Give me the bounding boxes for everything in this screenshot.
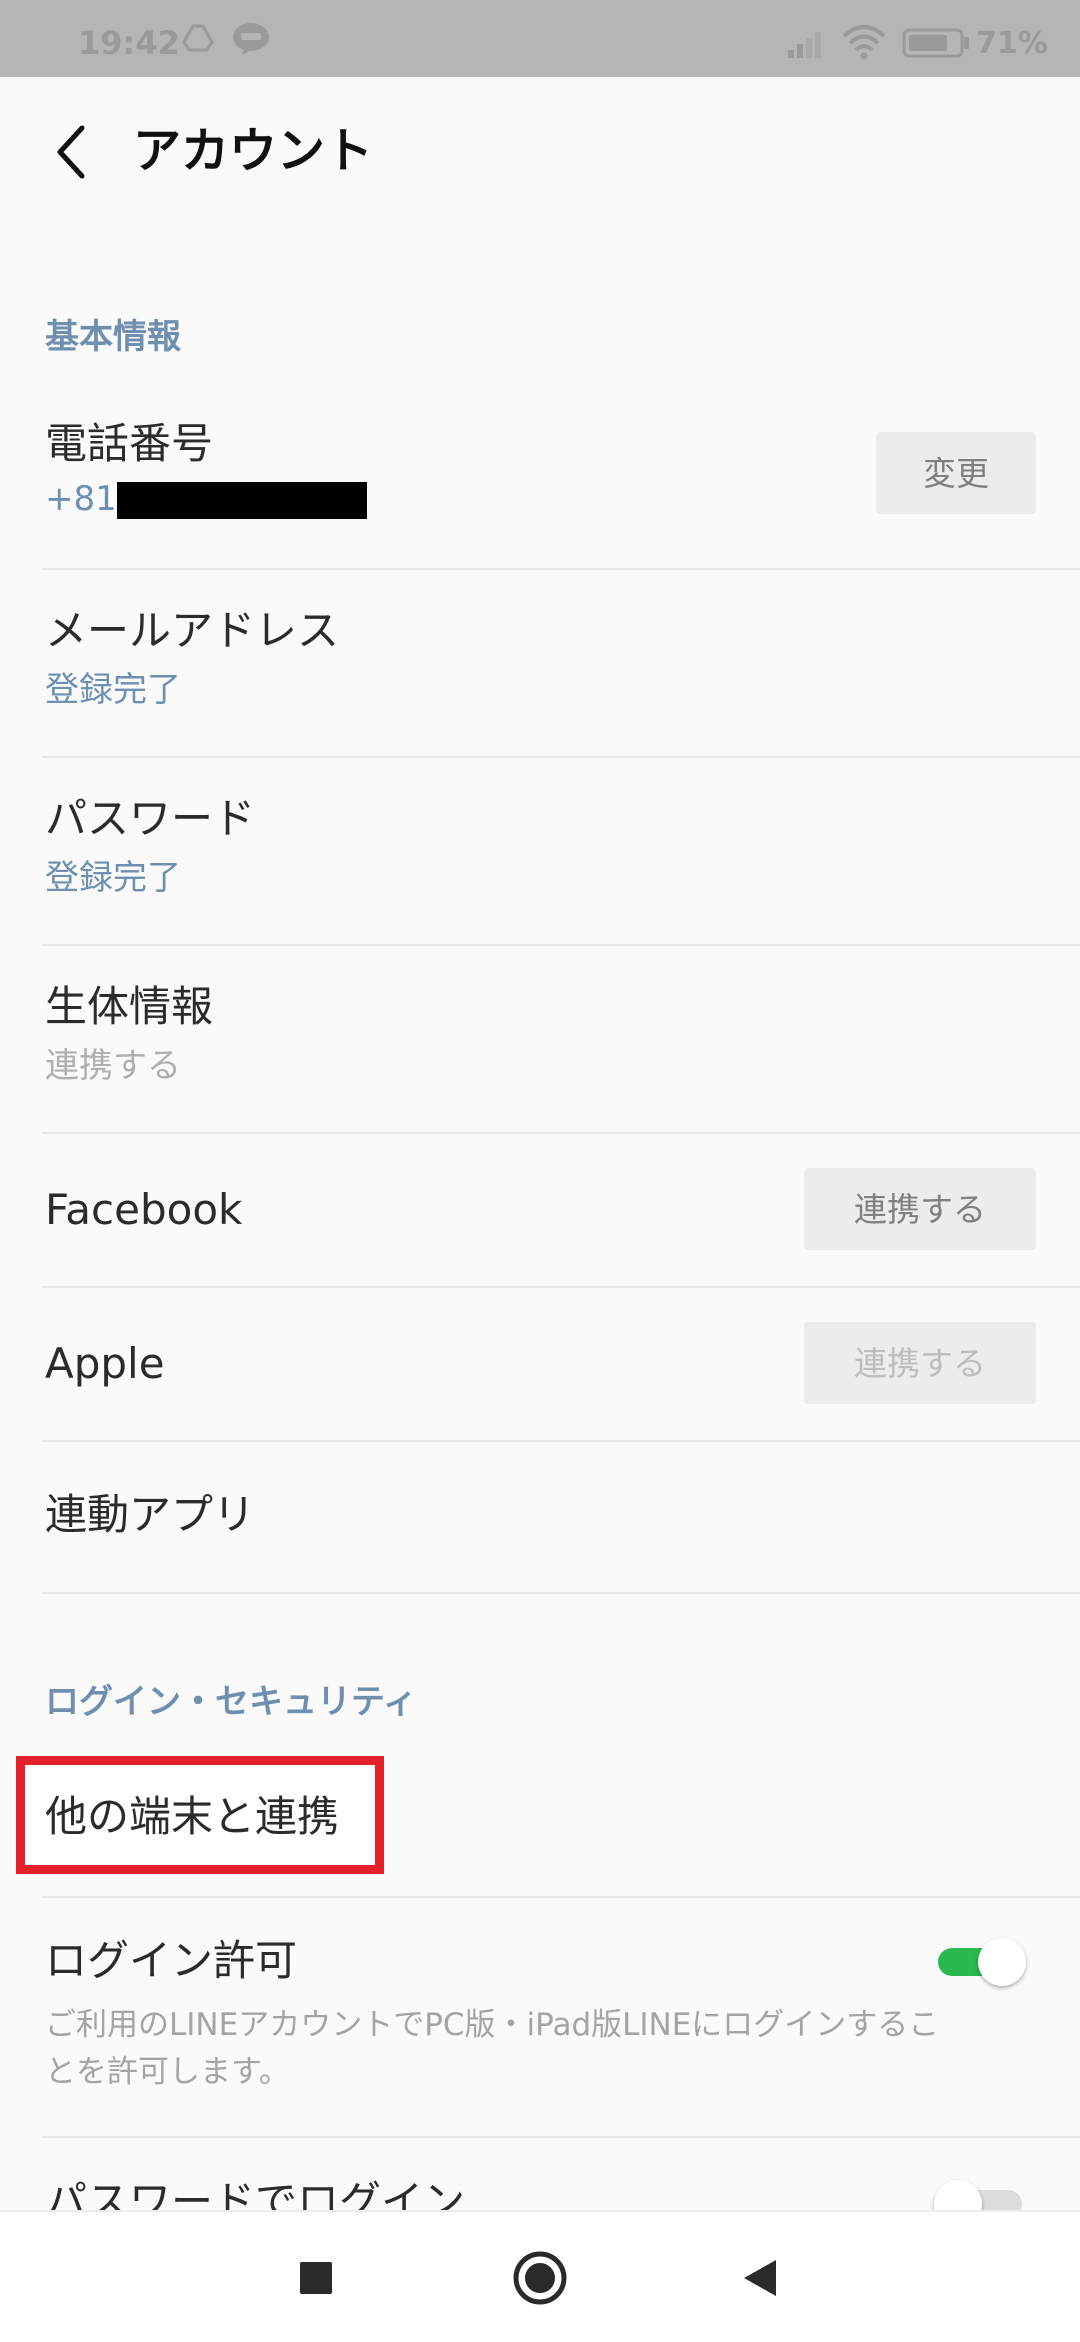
section-header-login-security: ログイン・セキュリティ [45, 1682, 417, 1722]
recents-square-icon[interactable] [298, 2260, 334, 2300]
status-time: 19:42 [78, 24, 180, 62]
apple-row: Apple 連携する [42, 1288, 1080, 1442]
password-login-toggle[interactable] [934, 2180, 1026, 2210]
drive-icon [182, 22, 214, 58]
battery-percent: 71% [976, 26, 1048, 61]
chevron-left-icon[interactable] [48, 120, 98, 184]
home-circle-icon[interactable] [512, 2250, 568, 2310]
link-apple-button[interactable]: 連携する [804, 1322, 1036, 1404]
toggle-knob [978, 1938, 1026, 1986]
linked-apps-row[interactable]: 連動アプリ [42, 1442, 1080, 1594]
phone-number-value: +81 [45, 482, 367, 519]
email-status: 登録完了 [45, 670, 181, 710]
apple-label: Apple [45, 1339, 165, 1388]
password-label: パスワード [45, 794, 256, 843]
status-bar: 19:42 71% [0, 0, 1080, 77]
app-bar: アカウント [0, 77, 1080, 229]
login-permission-label: ログイン許可 [45, 1936, 298, 1985]
section-header-basic-info: 基本情報 [45, 317, 181, 357]
password-login-row: パスワードでログイン [42, 2138, 1080, 2210]
login-permission-description: ご利用のLINEアカウントでPC版・iPad版LINEにログインすることを許可し… [45, 2007, 940, 2090]
facebook-row: Facebook 連携する [42, 1134, 1080, 1288]
link-facebook-button[interactable]: 連携する [804, 1168, 1036, 1250]
password-row[interactable]: パスワード 登録完了 [42, 758, 1080, 946]
change-phone-button[interactable]: 変更 [876, 432, 1036, 514]
toggle-knob [934, 2180, 982, 2210]
biometrics-status: 連携する [45, 1046, 181, 1086]
email-label: メールアドレス [45, 606, 340, 655]
email-row[interactable]: メールアドレス 登録完了 [42, 570, 1080, 758]
battery-icon [902, 28, 972, 62]
password-login-label: パスワードでログイン [45, 2177, 466, 2211]
biometrics-row[interactable]: 生体情報 連携する [42, 946, 1080, 1134]
wifi-icon [840, 24, 888, 64]
phone-number-row[interactable]: 電話番号 +81 変更 [42, 380, 1080, 570]
login-permission-toggle[interactable] [934, 1938, 1026, 1986]
back-triangle-icon[interactable] [740, 2258, 780, 2302]
page-title: アカウント [133, 123, 374, 179]
signal-icon [786, 26, 826, 64]
facebook-label: Facebook [45, 1185, 243, 1234]
password-status: 登録完了 [45, 858, 181, 898]
redaction-bar [117, 482, 367, 519]
line-icon [232, 22, 270, 60]
system-nav-bar [0, 2210, 1080, 2342]
biometrics-label: 生体情報 [45, 982, 214, 1031]
other-devices-label[interactable]: 他の端末と連携 [45, 1796, 339, 1838]
phone-number-label: 電話番号 [45, 419, 214, 468]
linked-apps-label: 連動アプリ [45, 1490, 256, 1539]
